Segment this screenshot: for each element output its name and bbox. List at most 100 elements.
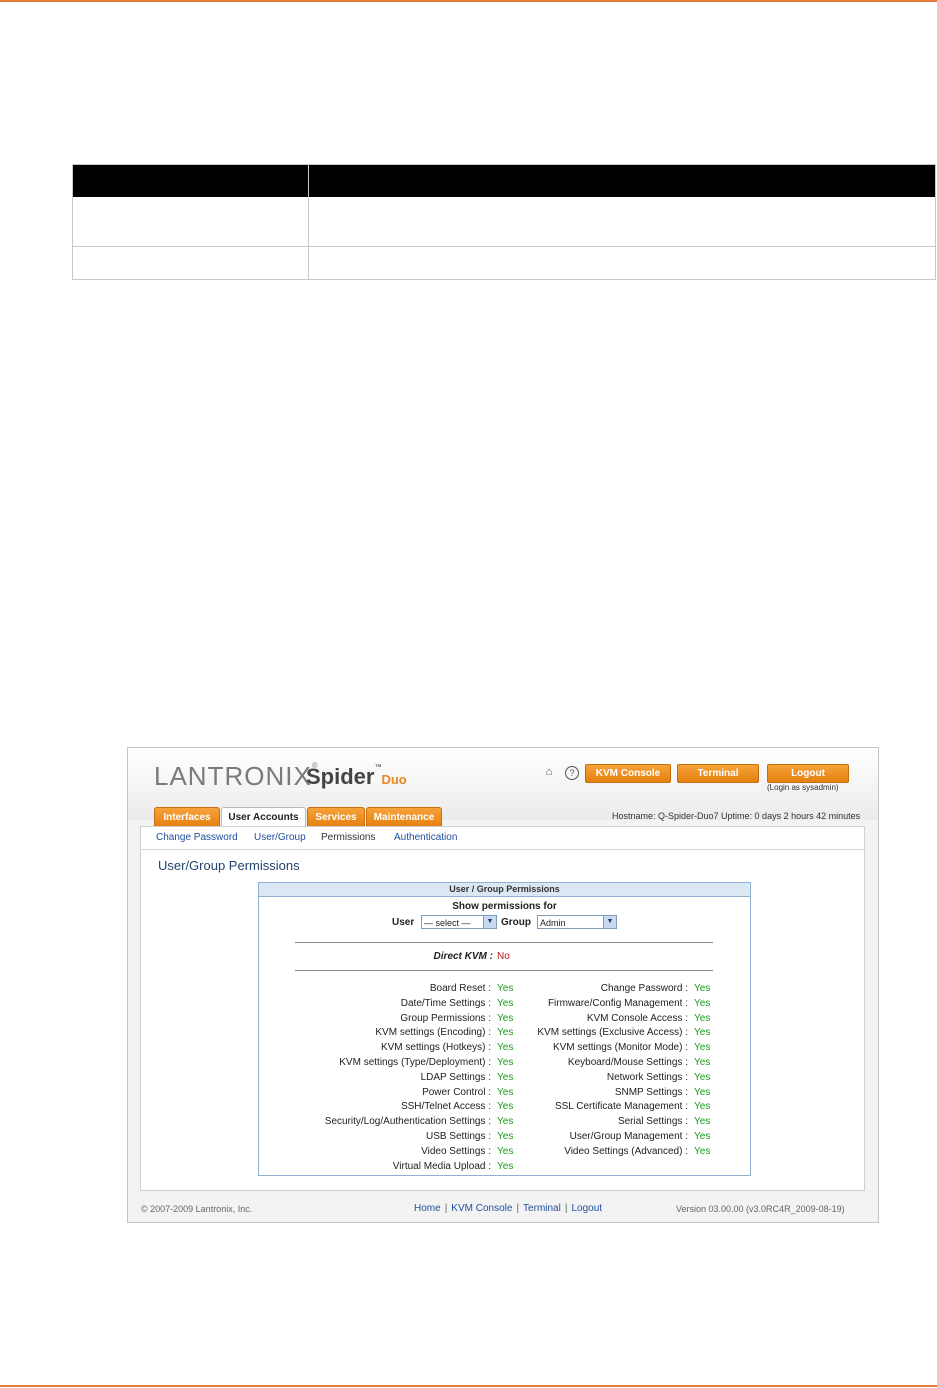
permission-value: Yes [497,1071,514,1083]
separator [295,942,713,943]
bottom-rule [0,1385,937,1387]
permission-value: Yes [694,1057,711,1068]
permission-label: KVM settings (Monitor Mode) : [552,1042,688,1054]
footer-links: Home | KVM Console | Terminal | Logout [414,1203,603,1214]
user-select-value: — select — [424,918,471,928]
terminal-button[interactable]: Terminal [677,764,759,783]
permission-value: Yes [694,1116,711,1128]
permission-label: Group Permissions : [400,1012,491,1024]
permission-value: Yes [497,1145,514,1157]
host-info: Hostname: Q-Spider-Duo7 Uptime: 0 days 2… [612,811,861,821]
permission-label: Keyboard/Mouse Settings : [567,1057,688,1068]
permission-label: Board Reset : [429,983,491,994]
top-rule [0,0,937,2]
content-area: Change Password User/Group Permissions A… [140,826,865,1191]
permission-value: Yes [694,1012,711,1024]
permission-label: KVM settings (Type/Deployment) : [339,1057,491,1068]
permission-label: USB Settings : [425,1131,491,1142]
separator [295,970,713,971]
show-permissions-label: Show permissions for [452,901,557,912]
spider-duo-logo: Spider™Duo [306,764,407,789]
doc-table-row-divider [73,246,935,247]
screenshot-frame: LANTRONIX® Spider™Duo ⌂ ? KVM Console Te… [127,747,879,1223]
footer-link-logout[interactable]: Logout [571,1203,602,1214]
permission-value: Yes [694,983,711,994]
permission-label: KVM settings (Encoding) : [375,1027,491,1039]
version-text: Version 03.00.00 (v3.0RC4R_2009-08-19) [676,1204,845,1214]
permission-label: User/Group Management : [569,1131,688,1142]
page-title: User/Group Permissions [158,858,300,873]
permission-label: Video Settings : [421,1145,491,1157]
footer-link-kvm-console[interactable]: KVM Console [451,1203,512,1214]
copyright-text: © 2007-2009 Lantronix, Inc. [141,1204,253,1214]
footer-link-home[interactable]: Home [414,1203,441,1214]
permissions-panel: User / Group Permissions Show permission… [258,882,751,1176]
user-label: User [392,917,415,928]
doc-table-column-divider [308,165,309,279]
group-select[interactable]: Admin ▼ [537,915,617,929]
permission-label: Date/Time Settings : [400,997,491,1009]
home-icon[interactable]: ⌂ [543,766,555,778]
footer-link-terminal[interactable]: Terminal [523,1203,561,1214]
chevron-down-icon: ▼ [603,916,616,928]
permission-value: Yes [497,1057,514,1068]
doc-table [72,164,936,280]
permission-value: Yes [694,1145,711,1157]
permission-value: Yes [497,1086,514,1098]
sub-navigation: Change Password User/Group Permissions A… [141,827,864,850]
permission-label: Power Control : [422,1086,491,1098]
permission-label: LDAP Settings : [420,1071,491,1083]
group-select-value: Admin [540,918,566,928]
tab-services[interactable]: Services [307,807,365,827]
direct-kvm-label: Direct KVM : [433,951,493,962]
permission-label: SSL Certificate Management : [554,1101,688,1113]
tab-maintenance[interactable]: Maintenance [366,807,442,827]
permission-value: Yes [497,1131,514,1142]
panel-title: User / Group Permissions [259,883,750,897]
permission-value: Yes [694,1101,711,1113]
permission-value: Yes [497,1042,514,1054]
permission-value: Yes [694,1027,711,1039]
permission-label: SSH/Telnet Access : [400,1101,491,1113]
permission-value: Yes [497,1101,514,1113]
tab-user-accounts[interactable]: User Accounts [221,807,306,827]
permission-value: Yes [497,1116,514,1128]
permission-value: Yes [497,983,514,994]
login-as-text: (Login as sysadmin) [767,783,839,792]
permission-label: Video Settings (Advanced) : [564,1145,688,1157]
group-label: Group [501,917,531,928]
chevron-down-icon: ▼ [483,916,496,928]
permission-label: Change Password : [600,983,688,994]
permission-label: Serial Settings : [617,1116,688,1128]
app-footer: © 2007-2009 Lantronix, Inc. Home | KVM Con… [128,1195,878,1221]
tab-interfaces[interactable]: Interfaces [154,807,220,827]
permission-value: Yes [694,997,711,1009]
permission-label: KVM Console Access : [586,1012,688,1024]
lantronix-logo: LANTRONIX® [154,761,319,791]
permission-value: Yes [497,997,514,1009]
permission-label: KVM settings (Exclusive Access) : [537,1027,688,1039]
permission-label: Firmware/Config Management : [547,997,688,1009]
user-select[interactable]: — select — ▼ [421,915,497,929]
permission-label: Security/Log/Authentication Settings : [324,1116,491,1128]
kvm-console-button[interactable]: KVM Console [585,764,671,783]
subnav-user-group[interactable]: User/Group [254,832,306,843]
permission-label: SNMP Settings : [614,1086,688,1098]
permission-value: Yes [694,1071,711,1083]
permission-value: Yes [694,1131,711,1142]
permission-label: Network Settings : [606,1071,688,1083]
permission-value: Yes [497,1160,514,1172]
subnav-change-password[interactable]: Change Password [156,832,238,843]
doc-table-header [73,165,935,197]
subnav-authentication[interactable]: Authentication [394,832,457,843]
help-icon[interactable]: ? [565,766,579,780]
direct-kvm-value: No [497,951,510,962]
permission-value: Yes [694,1042,711,1054]
permission-label: Virtual Media Upload : [392,1160,491,1172]
logout-button[interactable]: Logout [767,764,849,783]
permission-value: Yes [497,1012,514,1024]
permission-value: Yes [497,1027,514,1039]
subnav-permissions[interactable]: Permissions [321,832,375,843]
permission-value: Yes [694,1086,711,1098]
permission-label: KVM settings (Hotkeys) : [380,1042,491,1054]
